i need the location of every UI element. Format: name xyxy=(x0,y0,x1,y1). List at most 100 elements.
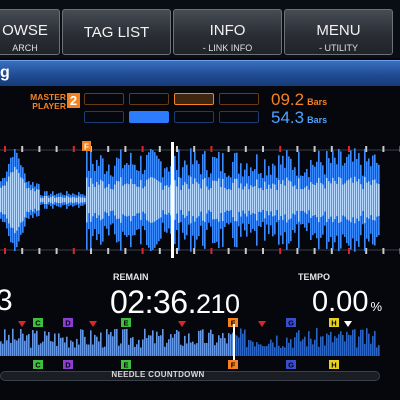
overview-bar xyxy=(22,333,24,356)
beat-tick xyxy=(21,248,24,254)
zoom-waveform[interactable]: F xyxy=(0,136,400,264)
overview-bar xyxy=(312,344,314,356)
overview-bar xyxy=(6,340,8,356)
beat-tick xyxy=(244,146,247,152)
overview-bar xyxy=(168,339,170,356)
overview-bar xyxy=(228,333,230,356)
overview-bar xyxy=(362,329,364,356)
overview-bar xyxy=(350,335,352,356)
overview-bar xyxy=(128,344,130,356)
waveform-core xyxy=(188,188,190,212)
waveform-core xyxy=(30,190,32,210)
waveform-core xyxy=(300,188,302,212)
waveform-core xyxy=(122,185,124,215)
overview-bar xyxy=(74,347,76,356)
waveform-core xyxy=(114,184,116,216)
overview-bar xyxy=(360,329,362,356)
beat-box xyxy=(129,111,169,123)
overview-bar xyxy=(182,345,184,356)
waveform-core xyxy=(28,187,30,213)
overview-bar xyxy=(296,332,298,356)
remain-time-main: 02:36. xyxy=(110,284,196,320)
overview-waveform-graphic: CCDDEEFFGGHH xyxy=(0,318,380,370)
waveform-core xyxy=(36,189,38,211)
overview-bar xyxy=(226,343,228,356)
overview-bar xyxy=(166,342,168,356)
tag-list-tab[interactable]: TAG LIST xyxy=(62,9,171,55)
overview-bar xyxy=(130,338,132,356)
overview-bar xyxy=(2,343,4,356)
overview-bar xyxy=(216,342,218,356)
overview-bar xyxy=(262,346,264,356)
waveform-core xyxy=(166,185,168,215)
overview-bar xyxy=(84,336,86,356)
waveform-core xyxy=(314,185,316,215)
overview-bar xyxy=(332,342,334,356)
waveform-core xyxy=(20,177,22,223)
overview-bar xyxy=(136,344,138,356)
overview-bar xyxy=(198,330,200,356)
overview-bar xyxy=(188,333,190,356)
waveform-core xyxy=(226,189,228,211)
waveform-core xyxy=(54,197,56,203)
info-tab[interactable]: INFO - LINK INFO xyxy=(173,9,282,55)
waveform-core xyxy=(220,186,222,214)
menu-tab[interactable]: MENU - UTILITY xyxy=(284,9,393,55)
overview-bar xyxy=(18,338,20,356)
waveform-core xyxy=(364,176,366,224)
waveform-core xyxy=(312,184,314,216)
browse-tab[interactable]: OWSE ARCH xyxy=(0,9,60,55)
waveform-core xyxy=(38,189,40,211)
overview-bar xyxy=(202,329,204,356)
overview-bar xyxy=(370,343,372,356)
hot-cue-letter: F xyxy=(231,361,236,370)
waveform-core xyxy=(262,190,264,210)
overview-bar xyxy=(10,342,12,356)
tempo-value: 0.00 xyxy=(312,286,369,318)
overview-bar xyxy=(346,331,348,356)
waveform-core xyxy=(334,180,336,220)
memory-cue-triangle xyxy=(89,321,97,327)
waveform-core xyxy=(378,184,380,216)
overview-bar xyxy=(176,329,178,356)
tempo-label: TEMPO xyxy=(298,272,331,282)
beat-tick xyxy=(296,248,299,254)
master-player-label: MASTER PLAYER xyxy=(26,93,66,111)
overview-bar xyxy=(254,346,256,356)
waveform-core xyxy=(302,189,304,211)
waveform-core xyxy=(238,188,240,212)
beat-tick xyxy=(38,146,41,152)
tag-list-tab-label: TAG LIST xyxy=(83,24,150,41)
waveform-core xyxy=(254,186,256,214)
overview-bar xyxy=(334,336,336,356)
overview-bar xyxy=(184,335,186,356)
waveform-core xyxy=(138,186,140,214)
overview-bar xyxy=(16,340,18,356)
master-beat-counter xyxy=(84,93,262,107)
master-bars-value: 09.2 xyxy=(271,90,305,109)
overview-waveform[interactable]: CCDDEEFFGGHH xyxy=(0,318,400,378)
waveform-core xyxy=(74,197,76,203)
beat-tick xyxy=(279,248,282,254)
overview-bar xyxy=(38,344,40,356)
overview-bar xyxy=(32,330,34,356)
memory-cue-triangle xyxy=(178,321,186,327)
waveform-core xyxy=(48,197,50,203)
waveform-core xyxy=(318,177,320,223)
waveform-core xyxy=(248,189,250,211)
waveform-core xyxy=(282,180,284,220)
beat-tick xyxy=(55,248,58,254)
track-title-bar: g xyxy=(0,60,400,86)
beat-tick xyxy=(348,146,350,152)
overview-bar xyxy=(88,344,90,356)
waveform-core xyxy=(228,188,230,212)
overview-bar xyxy=(316,328,318,356)
remain-time-display: 02:36.210 xyxy=(110,284,240,322)
overview-bar xyxy=(328,335,330,356)
waveform-core xyxy=(66,195,68,205)
beat-tick xyxy=(176,248,178,254)
tempo-unit: % xyxy=(370,299,383,314)
beat-tick xyxy=(72,146,75,152)
waveform-core xyxy=(162,189,164,211)
waveform-core xyxy=(372,179,374,221)
